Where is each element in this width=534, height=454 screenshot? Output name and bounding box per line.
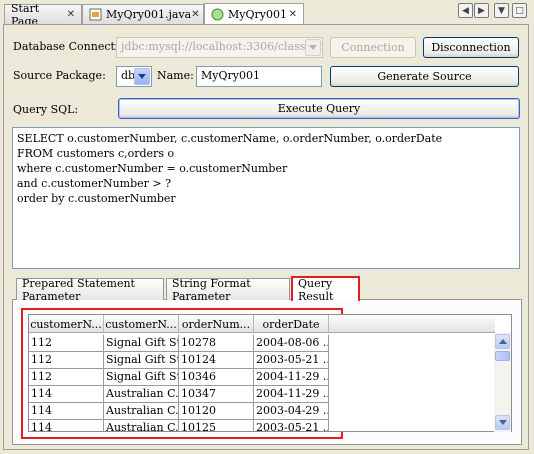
table-cell: 114: [29, 403, 104, 420]
chevron-down-icon[interactable]: [134, 68, 150, 85]
table-row[interactable]: 112 Signal Gift St... 10346 2004-11-29 .…: [29, 369, 329, 386]
column-header[interactable]: customerN...: [104, 315, 179, 333]
tab-prepared-statement-parameter[interactable]: Prepared Statement Parameter: [16, 277, 164, 303]
table-cell: 10347: [179, 386, 254, 403]
column-header[interactable]: orderDate: [254, 315, 329, 333]
table-cell: 114: [29, 420, 104, 432]
tab-query-result[interactable]: Query Result: [291, 276, 360, 303]
table-row[interactable]: 114 Australian C... 10125 2003-05-21 ...: [29, 420, 329, 432]
query-sql-label: Query SQL:: [13, 103, 79, 116]
java-file-icon: [89, 8, 102, 21]
chevron-down-icon: [305, 39, 321, 56]
name-label: Name:: [157, 69, 194, 82]
close-icon[interactable]: ✕: [191, 9, 199, 20]
close-icon[interactable]: ✕: [67, 9, 75, 20]
database-connection-combo: jdbc:mysql://localhost:3306/classicm...: [116, 37, 323, 58]
sql-line: where c.customerNumber = o.customerNumbe…: [17, 162, 288, 175]
tab-java-file[interactable]: MyQry001.java ✕: [82, 4, 204, 24]
sql-line: FROM customers c,orders o: [17, 147, 175, 160]
scroll-up-icon[interactable]: [495, 334, 510, 349]
disconnection-button[interactable]: Disconnection: [423, 37, 519, 58]
query-form-icon: [211, 8, 224, 21]
tab-list-dropdown-icon[interactable]: ▼: [494, 3, 509, 18]
tab-label: MyQry001: [228, 7, 287, 21]
table-cell: 10125: [179, 420, 254, 432]
sql-line: SELECT o.customerNumber, c.customerName,…: [17, 132, 443, 145]
column-header[interactable]: orderNum...: [179, 315, 254, 333]
database-connection-label: Database Connection: [13, 40, 133, 53]
tab-label: MyQry001.java: [106, 8, 192, 21]
table-cell: Australian C...: [104, 386, 179, 403]
sql-editor[interactable]: SELECT o.customerNumber, c.customerName,…: [12, 127, 520, 269]
table-cell: Australian C...: [104, 403, 179, 420]
table-row[interactable]: 114 Australian C... 10120 2003-04-29 ...: [29, 403, 329, 420]
vertical-scrollbar[interactable]: [494, 333, 511, 432]
table-cell: 10120: [179, 403, 254, 420]
table-cell: 2004-08-06 ...: [254, 335, 329, 352]
connection-button: Connection: [330, 37, 416, 58]
database-connection-value: jdbc:mysql://localhost:3306/classicm...: [121, 40, 323, 53]
table-row[interactable]: 112 Signal Gift St... 10124 2003-05-21 .…: [29, 352, 329, 369]
table-cell: 114: [29, 386, 104, 403]
table-cell: 10346: [179, 369, 254, 386]
restore-window-icon[interactable]: □: [512, 3, 527, 18]
column-header[interactable]: customerN...: [29, 315, 104, 333]
scroll-thumb[interactable]: [495, 351, 510, 361]
table-cell: 112: [29, 369, 104, 386]
table-cell: 2004-11-29 ...: [254, 369, 329, 386]
table-cell: 2003-05-21 ...: [254, 420, 329, 432]
table-cell: 112: [29, 335, 104, 352]
name-input[interactable]: MyQry001: [196, 66, 322, 87]
execute-query-button[interactable]: Execute Query: [118, 98, 520, 119]
source-package-label: Source Package:: [13, 69, 106, 82]
table-cell: 2003-04-29 ...: [254, 403, 329, 420]
query-editor-panel: Database Connection jdbc:mysql://localho…: [3, 24, 529, 450]
tab-query-form[interactable]: MyQry001 ✕: [204, 3, 304, 24]
sql-line: and c.customerNumber > ?: [17, 177, 172, 190]
sql-line: order by c.customerNumber: [17, 192, 176, 205]
table-header: customerN... customerN... orderNum... or…: [29, 315, 495, 333]
table-cell: Signal Gift St...: [104, 369, 179, 386]
tab-string-format-parameter[interactable]: String Format Parameter: [166, 277, 290, 303]
table-cell: 10278: [179, 335, 254, 352]
close-icon[interactable]: ✕: [289, 9, 297, 20]
scroll-tabs-left-icon[interactable]: ◀: [458, 3, 473, 18]
editor-tab-strip: Start Page ✕ MyQry001.java ✕ MyQry001 ✕ …: [0, 0, 534, 28]
source-package-combo[interactable]: db: [116, 66, 152, 87]
table-cell: Signal Gift St...: [104, 335, 179, 352]
scroll-down-icon[interactable]: [495, 415, 510, 430]
table-cell: 112: [29, 352, 104, 369]
scroll-tabs-right-icon[interactable]: ▶: [474, 3, 489, 18]
table-cell: Signal Gift St...: [104, 352, 179, 369]
table-cell: 10124: [179, 352, 254, 369]
table-cell: 2003-05-21 ...: [254, 352, 329, 369]
table-cell: Australian C...: [104, 420, 179, 432]
tab-start-page[interactable]: Start Page ✕: [4, 2, 82, 28]
table-row[interactable]: 112 Signal Gift St... 10278 2004-08-06 .…: [29, 335, 329, 352]
query-result-table[interactable]: customerN... customerN... orderNum... or…: [28, 314, 512, 432]
table-row[interactable]: 114 Australian C... 10347 2004-11-29 ...: [29, 386, 329, 403]
table-cell: 2004-11-29 ...: [254, 386, 329, 403]
generate-source-button[interactable]: Generate Source: [330, 66, 519, 87]
source-package-value: db: [121, 69, 136, 82]
